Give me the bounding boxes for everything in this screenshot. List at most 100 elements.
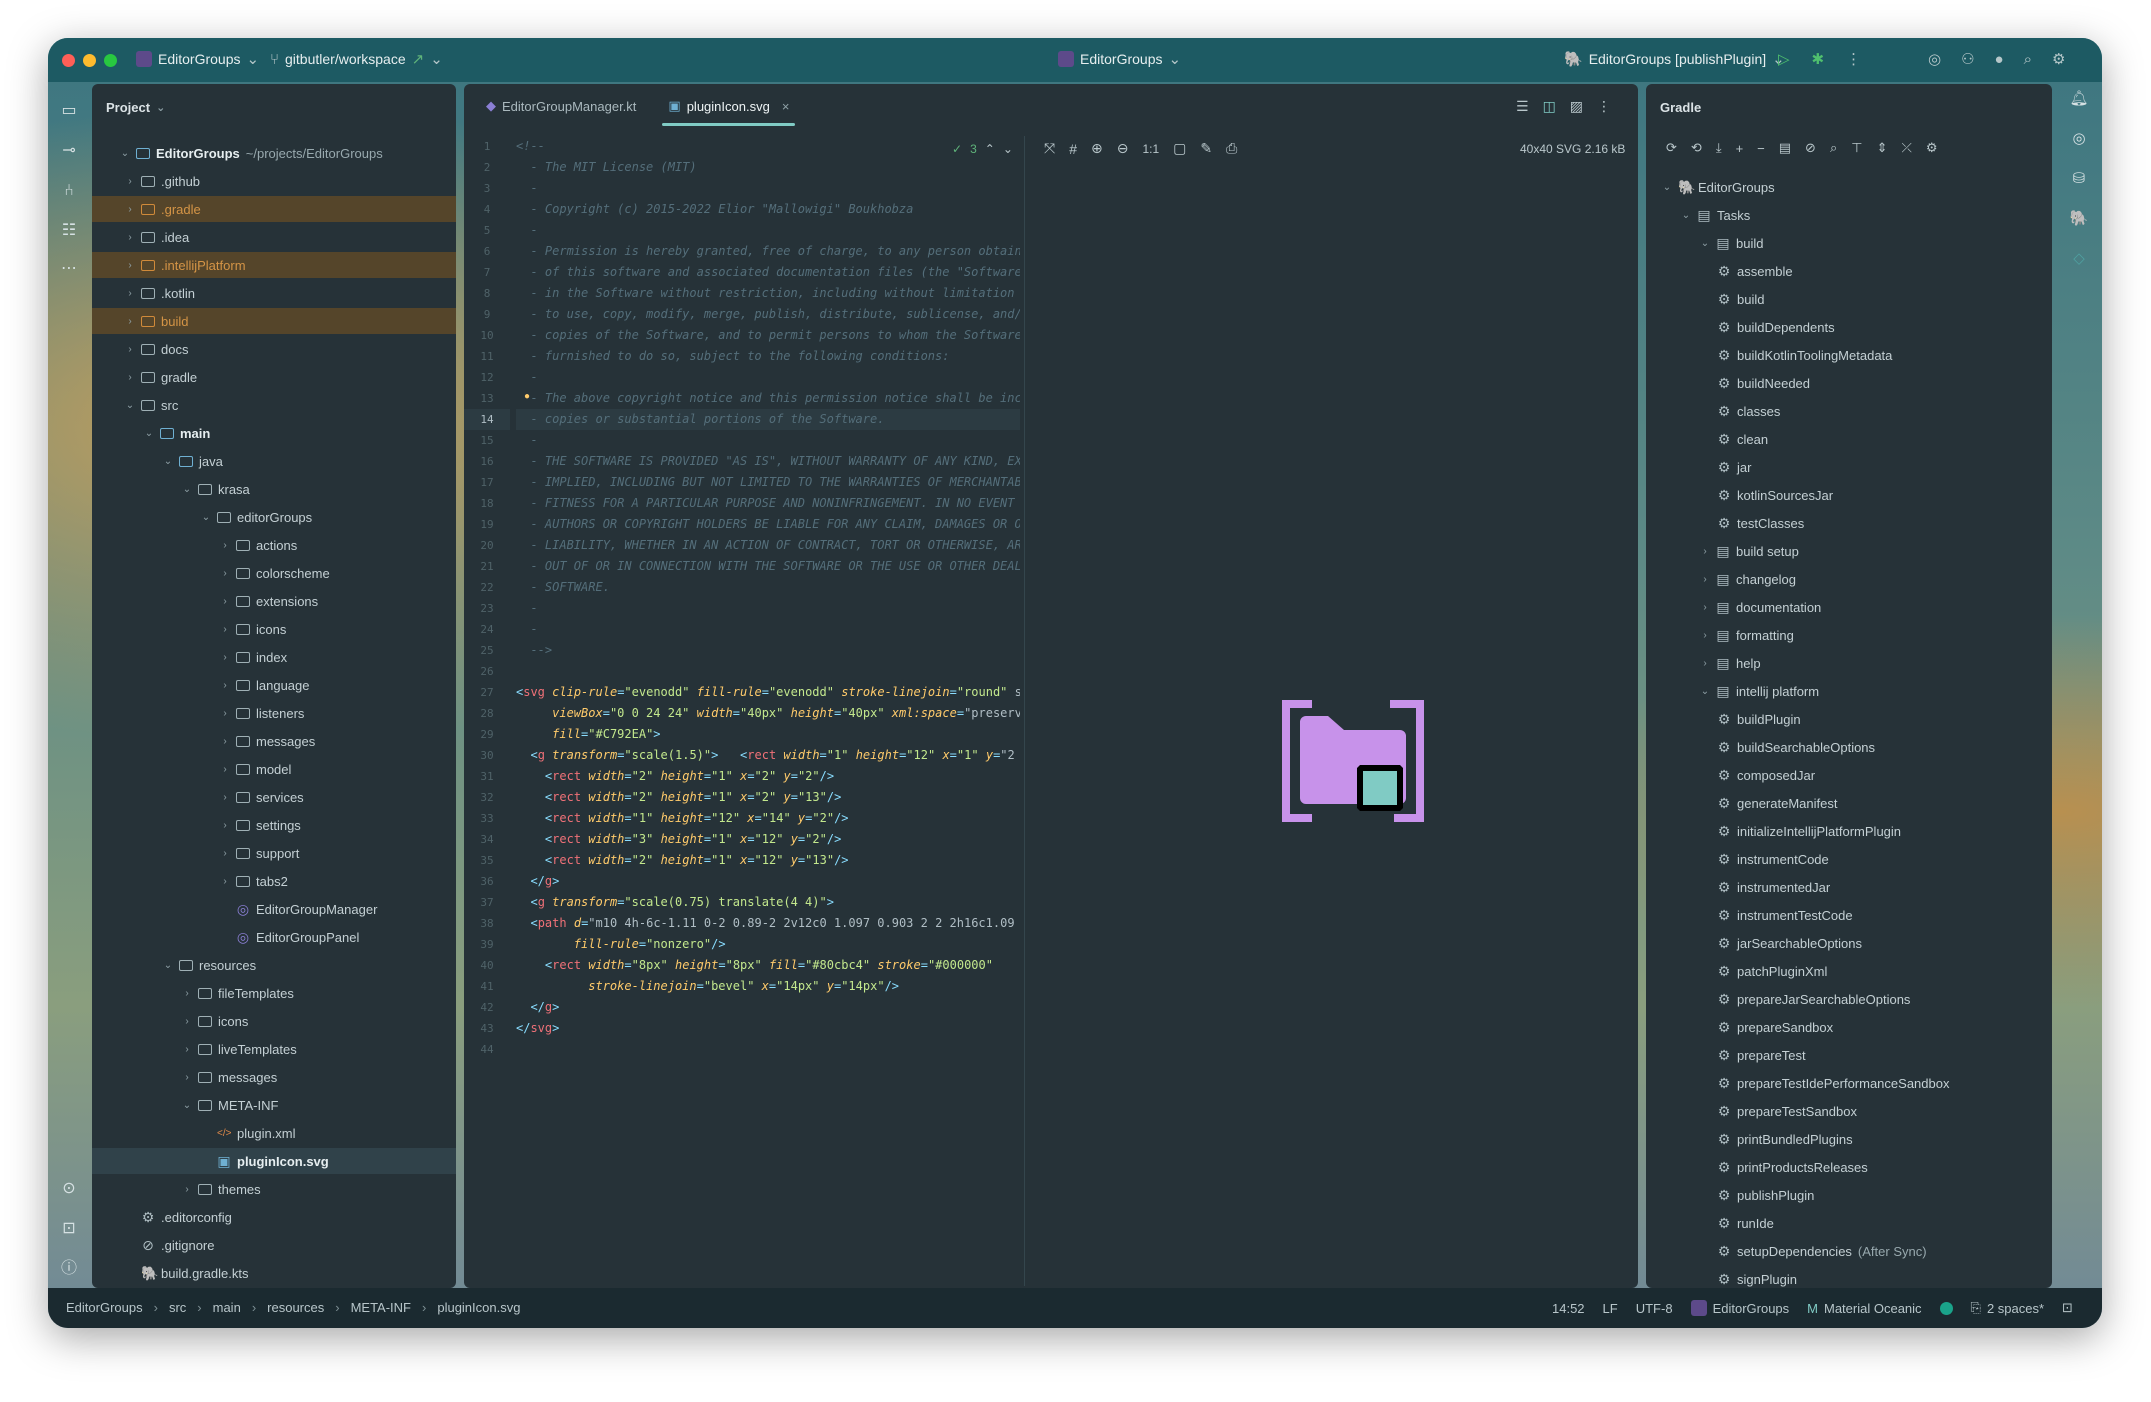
gradle-task[interactable]: ⚙ buildKotlinToolingMetadata: [1646, 342, 2052, 368]
grid-icon[interactable]: #: [1069, 141, 1077, 157]
chevron-right-icon[interactable]: ›: [180, 1016, 194, 1027]
gradle-task[interactable]: ⚙ prepareSandbox: [1646, 1014, 2052, 1040]
tree-item[interactable]: › .kotlin: [92, 280, 456, 306]
gradle-task[interactable]: ⚙ setupDependencies (After Sync): [1646, 1238, 2052, 1264]
gradle-settings-icon[interactable]: ⚙: [1926, 140, 1938, 156]
gradle-task[interactable]: ⚙ instrumentCode: [1646, 846, 2052, 872]
more-horizontal-icon[interactable]: ⋯: [58, 258, 80, 280]
minimize-window-button[interactable]: [83, 53, 96, 67]
gradle-tool-icon[interactable]: 🐘: [2068, 208, 2090, 230]
ai-chat-icon[interactable]: ◎: [2068, 128, 2090, 150]
color-picker-icon[interactable]: ✎: [1200, 140, 1212, 157]
export-icon[interactable]: ⎙: [1226, 140, 1237, 157]
tab-editorgroupmanager[interactable]: ◆ EditorGroupManager.kt: [470, 84, 652, 128]
services-icon[interactable]: ⊙: [58, 1178, 80, 1200]
chevron-down-icon[interactable]: ⌄: [180, 1100, 194, 1111]
structure-icon[interactable]: ☷: [58, 220, 80, 242]
tree-item[interactable]: › icons: [92, 616, 456, 642]
tree-item[interactable]: › icons: [92, 1008, 456, 1034]
chevron-down-icon[interactable]: ⌄: [180, 484, 194, 495]
chevron-right-icon[interactable]: ›: [218, 764, 232, 775]
chevron-right-icon[interactable]: ›: [123, 372, 137, 383]
tree-item[interactable]: ▣ pluginIcon.svg: [92, 1148, 456, 1174]
run-config-selector[interactable]: 🐘 EditorGroups [publishPlugin] ⌄: [1564, 50, 1785, 68]
gradle-task[interactable]: ⚙ buildSearchableOptions: [1646, 734, 2052, 760]
caret-position[interactable]: 14:52: [1552, 1301, 1585, 1316]
assistant-icon[interactable]: ◇: [2068, 248, 2090, 270]
tree-item[interactable]: › gradle: [92, 364, 456, 390]
tree-item[interactable]: ⌄ main: [92, 420, 456, 446]
find-icon[interactable]: ⌕: [1830, 140, 1837, 156]
gradle-group[interactable]: ⌄ 🐘 EditorGroups: [1646, 174, 2052, 200]
tree-item[interactable]: › colorscheme: [92, 560, 456, 586]
tree-item[interactable]: › index: [92, 644, 456, 670]
chevron-right-icon[interactable]: ›: [218, 876, 232, 887]
reload-icon[interactable]: ⟳: [1666, 140, 1677, 156]
center-project-title[interactable]: EditorGroups ⌄: [1058, 50, 1181, 68]
tree-item[interactable]: › messages: [92, 728, 456, 754]
project-selector[interactable]: EditorGroups ⌄: [136, 50, 259, 68]
branch-selector[interactable]: ⑂ gitbutler/workspace ↗ ⌄: [270, 50, 443, 69]
tree-item[interactable]: ⌄ krasa: [92, 476, 456, 502]
gradle-task[interactable]: ⚙ instrumentTestCode: [1646, 902, 2052, 928]
tree-item[interactable]: › tabs2: [92, 868, 456, 894]
chevron-right-icon[interactable]: ›: [180, 988, 194, 999]
chevron-right-icon[interactable]: ›: [218, 736, 232, 747]
split-divider[interactable]: [1024, 136, 1025, 1286]
gradle-task[interactable]: ⚙ kotlinSourcesJar: [1646, 482, 2052, 508]
accent-color-dot[interactable]: [1939, 1301, 1953, 1315]
debug-icon[interactable]: ✱: [1812, 50, 1825, 68]
project-status[interactable]: EditorGroups: [1690, 1300, 1789, 1316]
inspection-widget[interactable]: ✓ 3 ⌃ ⌄: [952, 142, 1013, 156]
gradle-group[interactable]: ⌄ ▤ intellij platform: [1646, 678, 2052, 704]
tree-item[interactable]: 🐘 build.gradle.kts: [92, 1260, 456, 1286]
add-user-icon[interactable]: ⚇: [1961, 50, 1974, 68]
chevron-right-icon[interactable]: ›: [1698, 574, 1712, 585]
gradle-group[interactable]: ⌄ ▤ build: [1646, 230, 2052, 256]
collapse-all-icon[interactable]: ⤫: [1901, 140, 1911, 156]
tree-item[interactable]: › fileTemplates: [92, 980, 456, 1006]
chevron-right-icon[interactable]: ›: [218, 792, 232, 803]
chevron-down-icon[interactable]: ⌄: [1003, 142, 1013, 156]
gradle-task[interactable]: ⚙ initializeIntellijPlatformPlugin: [1646, 818, 2052, 844]
gradle-task[interactable]: ⚙ instrumentedJar: [1646, 874, 2052, 900]
chevron-right-icon[interactable]: ›: [1698, 630, 1712, 641]
gradle-task[interactable]: ⚙ signPlugin: [1646, 1266, 2052, 1288]
breadcrumb-item[interactable]: resources: [267, 1300, 324, 1315]
gradle-task[interactable]: ⚙ jarSearchableOptions: [1646, 930, 2052, 956]
gradle-task[interactable]: ⚙ generateManifest: [1646, 790, 2052, 816]
gradle-task[interactable]: ⚙ prepareJarSearchableOptions: [1646, 986, 2052, 1012]
chevron-right-icon[interactable]: ›: [218, 820, 232, 831]
chevron-right-icon[interactable]: ›: [123, 260, 137, 271]
chevron-right-icon[interactable]: ›: [218, 596, 232, 607]
chevron-right-icon[interactable]: ›: [1698, 602, 1712, 613]
tree-item[interactable]: › liveTemplates: [92, 1036, 456, 1062]
file-encoding[interactable]: UTF-8: [1636, 1301, 1673, 1316]
more-vertical-icon[interactable]: ⋮: [1597, 98, 1611, 115]
chevron-right-icon[interactable]: ›: [123, 204, 137, 215]
chevron-right-icon[interactable]: ›: [218, 540, 232, 551]
gradle-task[interactable]: ⚙ testClasses: [1646, 510, 2052, 536]
chevron-right-icon[interactable]: ›: [218, 652, 232, 663]
commit-icon[interactable]: ⊸: [58, 140, 80, 162]
chevron-up-icon[interactable]: ⌃: [985, 142, 995, 156]
chevron-right-icon[interactable]: ›: [218, 680, 232, 691]
project-panel-header[interactable]: Project ⌄: [92, 84, 456, 130]
indent-status[interactable]: ⎘ 2 spaces*: [1971, 1300, 2045, 1316]
chevron-right-icon[interactable]: ›: [218, 568, 232, 579]
breadcrumb-item[interactable]: src: [169, 1300, 186, 1315]
more-vertical-icon[interactable]: ⋮: [1846, 50, 1861, 68]
chevron-down-icon[interactable]: ⌄: [1698, 238, 1712, 249]
remove-icon[interactable]: −: [1757, 141, 1765, 156]
chevron-right-icon[interactable]: ›: [123, 316, 137, 327]
editor-only-icon[interactable]: ☰: [1516, 98, 1529, 115]
reload-all-icon[interactable]: ⟲: [1691, 140, 1702, 156]
breadcrumb-item[interactable]: META-INF: [351, 1300, 411, 1315]
actual-size-button[interactable]: 1:1: [1142, 142, 1159, 156]
theme-status[interactable]: M Material Oceanic: [1807, 1301, 1921, 1316]
tree-item[interactable]: › .github: [92, 168, 456, 194]
chevron-right-icon[interactable]: ›: [218, 624, 232, 635]
tree-item[interactable]: › themes: [92, 1176, 456, 1202]
project-folder-icon[interactable]: ▭: [58, 100, 80, 122]
gradle-group[interactable]: › ▤ documentation: [1646, 594, 2052, 620]
